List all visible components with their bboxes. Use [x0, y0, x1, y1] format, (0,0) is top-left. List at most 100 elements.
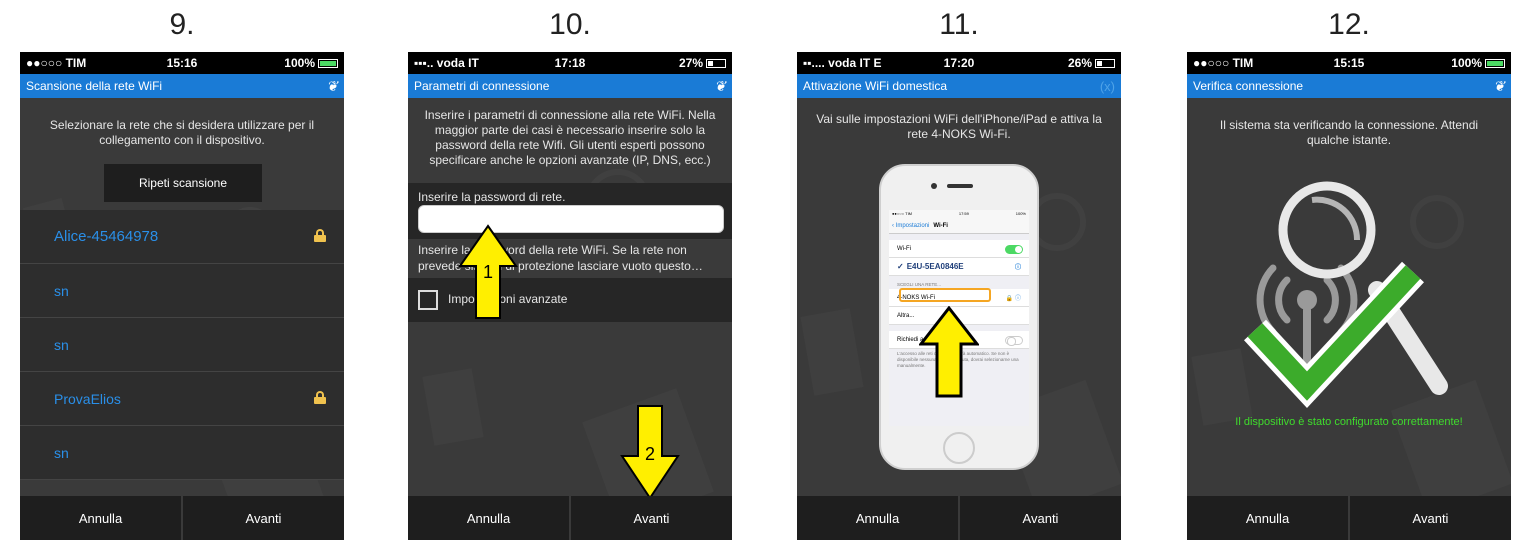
- bottom-bar: Annulla Avanti: [408, 496, 732, 540]
- carrier-label: ▪▪.... voda IT E: [803, 56, 882, 70]
- network-item[interactable]: sn: [20, 426, 344, 480]
- phone-screen: ▪▪.... voda IT E 17:20 26% Attivazione W…: [797, 52, 1121, 540]
- cancel-button[interactable]: Annulla: [1187, 496, 1348, 540]
- battery-percent: 100%: [1451, 56, 1482, 70]
- cancel-button[interactable]: Annulla: [797, 496, 958, 540]
- toggle-icon: [1005, 245, 1023, 254]
- step-number: 12.: [1328, 8, 1370, 41]
- next-button[interactable]: Avanti: [571, 496, 732, 540]
- bottom-bar: Annulla Avanti: [1187, 496, 1511, 540]
- screen-title: Attivazione WiFi domestica: [803, 79, 948, 93]
- network-item[interactable]: sn: [20, 264, 344, 318]
- ios-back-link: ‹ Impostazioni: [892, 222, 930, 229]
- network-item[interactable]: Alice-45464978: [20, 210, 344, 264]
- carrier-label: ●●○○○ TIM: [1193, 56, 1254, 70]
- network-item[interactable]: sn: [20, 318, 344, 372]
- cancel-button[interactable]: Annulla: [408, 496, 569, 540]
- advanced-settings-row[interactable]: Impostazioni avanzate: [408, 278, 732, 322]
- screen-title: Scansione della rete WiFi: [26, 79, 163, 93]
- ios-battery: 100%: [1015, 211, 1026, 216]
- network-highlight: [899, 288, 991, 302]
- ios-status-bar: ●●○○○ TIM 17:59 100%: [889, 210, 1029, 218]
- verification-illustration: [1244, 181, 1448, 409]
- battery-indicator: 27%: [679, 56, 726, 70]
- network-ssid: sn: [54, 282, 69, 299]
- step-10: 10. ▪▪▪.. voda IT 17:18 27% Parametri di…: [408, 0, 732, 540]
- screen-title: Verifica connessione: [1193, 79, 1304, 93]
- description-text: Il sistema sta verificando la connession…: [1219, 118, 1479, 147]
- next-button[interactable]: Avanti: [1350, 496, 1511, 540]
- step-11: 11. ▪▪.... voda IT E 17:20 26% Attivazio…: [797, 0, 1121, 540]
- lock-icon: [314, 391, 326, 404]
- battery-indicator: 100%: [1451, 56, 1505, 70]
- carrier-label: ▪▪▪.. voda IT: [414, 56, 479, 70]
- toggle-icon: [1005, 336, 1023, 346]
- cancel-button[interactable]: Annulla: [20, 496, 181, 540]
- carrier-label: ●●○○○ TIM: [26, 56, 87, 70]
- network-ssid: ProvaElios: [54, 390, 121, 407]
- phone-screen: ●●○○○ TIM 15:16 100% Scansione della ret…: [20, 52, 344, 540]
- camera-icon: [931, 183, 937, 189]
- network-ssid: Alice-45464978: [54, 228, 159, 245]
- lock-icon: [314, 229, 326, 242]
- step-9: 9. ●●○○○ TIM 15:16 100% Scansione della …: [20, 0, 344, 540]
- arrow-number: 1: [482, 262, 493, 282]
- description-text: Inserire i parametri di connessione alla…: [424, 108, 716, 167]
- next-button[interactable]: Avanti: [183, 496, 344, 540]
- bottom-bar: Annulla Avanti: [20, 496, 344, 540]
- phone-screen: ●●○○○ TIM 15:15 100% Verifica connession…: [1187, 52, 1511, 540]
- status-bar: ●●○○○ TIM 15:15 100%: [1187, 52, 1511, 74]
- battery-indicator: 100%: [284, 56, 338, 70]
- battery-indicator: 26%: [1068, 56, 1115, 70]
- battery-percent: 26%: [1067, 56, 1092, 70]
- status-bar: ▪▪▪.. voda IT 17:18 27%: [408, 52, 732, 74]
- title-bar: Parametri di connessione ❦: [408, 74, 732, 98]
- step-number: 11.: [939, 8, 979, 41]
- ios-wifi-label: Wi-Fi: [897, 245, 911, 252]
- ios-time: 17:59: [958, 211, 969, 216]
- battery-percent: 27%: [678, 56, 703, 70]
- leaf-icon: ❦: [714, 77, 726, 94]
- next-button[interactable]: Avanti: [960, 496, 1121, 540]
- leaf-icon: ❦: [326, 77, 338, 94]
- title-bar: Verifica connessione ❦: [1187, 74, 1511, 98]
- network-ssid: sn: [54, 336, 69, 353]
- ios-other-label: Altra...: [897, 312, 915, 319]
- network-ssid: sn: [54, 444, 69, 461]
- close-icon[interactable]: (x): [1100, 79, 1115, 94]
- description-text: Selezionare la rete che si desidera util…: [49, 118, 315, 147]
- leaf-icon: ❦: [1493, 77, 1505, 94]
- password-panel: Inserire la password di rete.: [408, 183, 732, 239]
- step-number: 10.: [549, 8, 591, 41]
- success-message: Il dispositivo è stato configurato corre…: [1235, 416, 1463, 428]
- screen-title: Parametri di connessione: [414, 79, 550, 93]
- battery-icon: [1485, 59, 1505, 69]
- advanced-checkbox[interactable]: [418, 290, 438, 310]
- network-item[interactable]: ProvaElios: [20, 372, 344, 426]
- wifi-icon: ⓘ: [1014, 265, 1021, 271]
- ios-wifi-row: Wi-Fi: [889, 240, 1029, 258]
- speaker-icon: [947, 184, 973, 188]
- step-12: 12. ●●○○○ TIM 15:15 100% Verifica connes…: [1187, 0, 1511, 540]
- battery-icon: [1095, 59, 1115, 69]
- status-bar: ●●○○○ TIM 15:16 100%: [20, 52, 344, 74]
- arrow-up-icon: 1: [458, 224, 518, 320]
- title-bar: Attivazione WiFi domestica (x): [797, 74, 1121, 98]
- battery-percent: 100%: [284, 56, 315, 70]
- status-bar: ▪▪.... voda IT E 17:20 26%: [797, 52, 1121, 74]
- arrow-down-icon: 2: [620, 404, 680, 500]
- ios-nav-bar: ‹ Impostazioni Wi-Fi: [889, 218, 1029, 234]
- bottom-bar: Annulla Avanti: [797, 496, 1121, 540]
- description-text: Vai sulle impostazioni WiFi dell'iPhone/…: [816, 112, 1102, 141]
- password-label: Inserire la password di rete.: [418, 190, 566, 204]
- step-number: 9.: [169, 8, 195, 41]
- battery-icon: [706, 59, 726, 69]
- battery-icon: [318, 59, 338, 69]
- wifi-icon: 🔒 ⓘ: [1005, 296, 1021, 302]
- rescan-button[interactable]: Ripeti scansione: [104, 164, 262, 202]
- ios-connected-network: E4U-5EA0846E: [906, 262, 964, 271]
- arrow-up-icon: [919, 306, 979, 398]
- ios-carrier: ●●○○○ TIM: [892, 211, 913, 216]
- arrow-number: 2: [644, 444, 655, 464]
- ios-nav-title: Wi-Fi: [933, 222, 948, 229]
